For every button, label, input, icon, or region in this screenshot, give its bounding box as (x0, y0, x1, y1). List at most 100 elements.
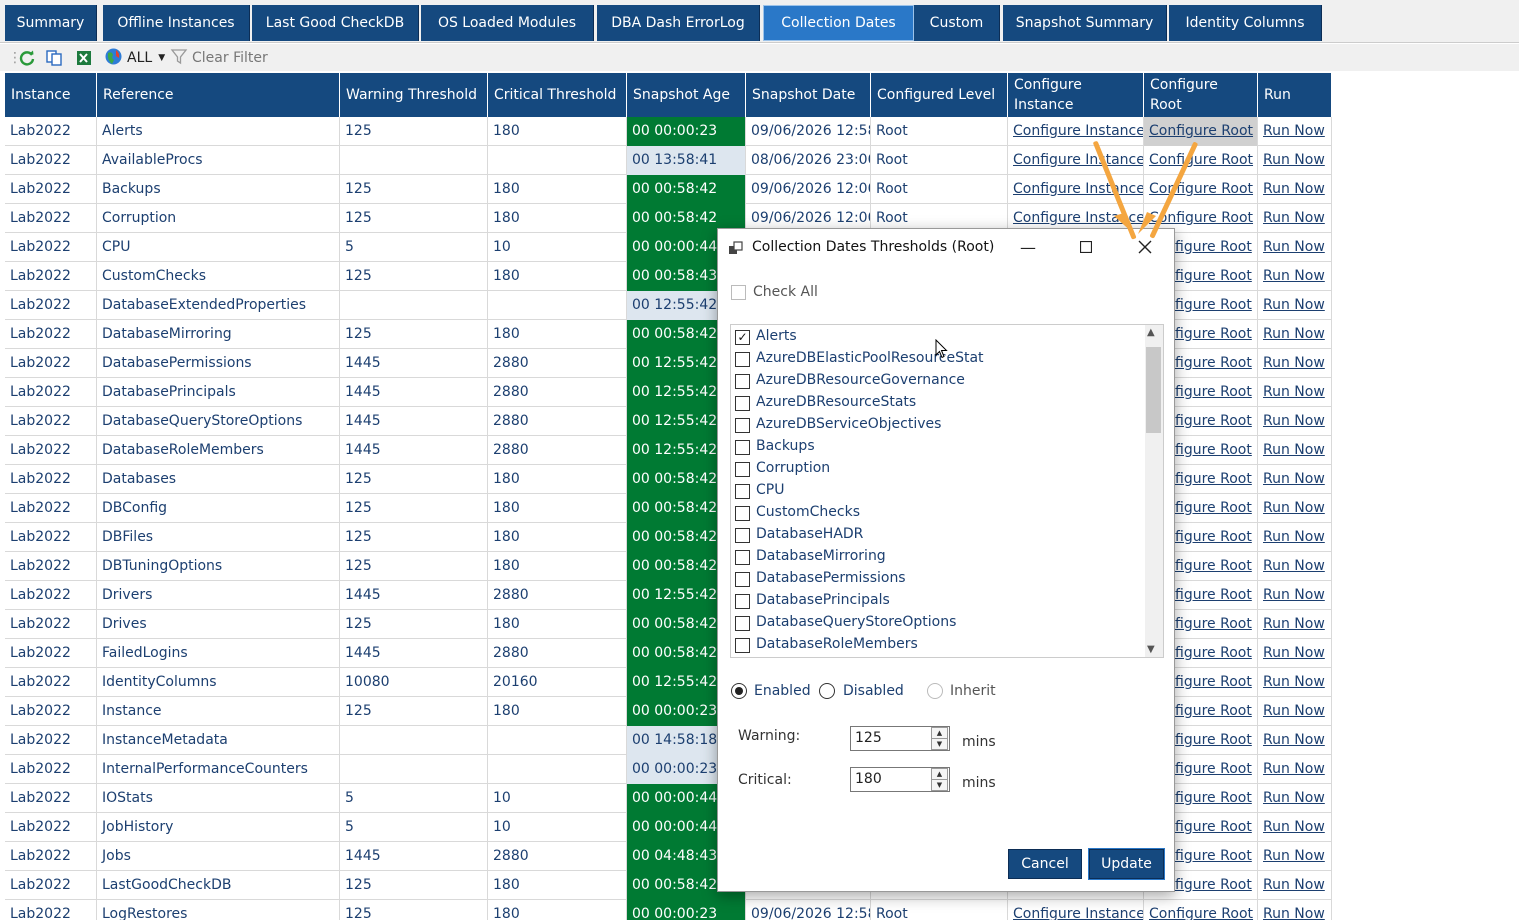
run-now-link[interactable]: Run Now (1258, 436, 1332, 465)
warning-down-icon[interactable]: ▼ (931, 738, 948, 750)
configure-root-link[interactable]: figure Root (1170, 378, 1258, 407)
run-now-link[interactable]: Run Now (1258, 349, 1332, 378)
column-header[interactable]: Configured Level (871, 73, 1008, 117)
enabled-radio[interactable] (731, 683, 747, 699)
column-header[interactable]: Configure Root (1144, 73, 1258, 117)
tab-custom[interactable]: Custom (914, 5, 1000, 41)
excel-export-icon[interactable] (75, 48, 93, 68)
configure-instance-link[interactable]: Configure Instance (1008, 900, 1144, 920)
configure-root-link[interactable]: figure Root (1170, 668, 1258, 697)
item-checkbox[interactable] (735, 550, 750, 565)
run-now-link[interactable]: Run Now (1258, 465, 1332, 494)
configure-root-link[interactable]: figure Root (1170, 465, 1258, 494)
run-now-link[interactable]: Run Now (1258, 523, 1332, 552)
scroll-up-icon[interactable]: ▲ (1147, 327, 1155, 338)
configure-root-link[interactable]: figure Root (1170, 291, 1258, 320)
update-button[interactable]: Update (1088, 848, 1165, 880)
run-now-link[interactable]: Run Now (1258, 204, 1332, 233)
configure-instance-link[interactable]: Configure Instance (1008, 146, 1144, 175)
disabled-radio[interactable] (819, 683, 835, 699)
item-checkbox[interactable] (735, 616, 750, 631)
column-header[interactable]: Reference (97, 73, 340, 117)
run-now-link[interactable]: Run Now (1258, 755, 1332, 784)
item-checkbox[interactable] (735, 374, 750, 389)
list-item[interactable]: CPU (731, 481, 1146, 503)
table-row[interactable]: Lab2022 Backups 125 180 00 00:58:42 09/06/202… (5, 175, 1332, 204)
configure-root-link[interactable]: figure Root (1170, 552, 1258, 581)
list-item[interactable]: AzureDBResourceStats (731, 393, 1146, 415)
list-item[interactable]: AzureDBResourceGovernance (731, 371, 1146, 393)
configure-root-link[interactable]: figure Root (1170, 233, 1258, 262)
configure-root-link[interactable]: figure Root (1170, 755, 1258, 784)
run-now-link[interactable]: Run Now (1258, 552, 1332, 581)
inherit-radio[interactable] (927, 683, 943, 699)
item-checkbox[interactable] (735, 352, 750, 367)
run-now-link[interactable]: Run Now (1258, 726, 1332, 755)
configure-root-link[interactable]: figure Root (1170, 581, 1258, 610)
configure-root-link[interactable]: figure Root (1170, 349, 1258, 378)
run-now-link[interactable]: Run Now (1258, 871, 1332, 900)
run-now-link[interactable]: Run Now (1258, 668, 1332, 697)
column-header[interactable]: Configure Instance (1008, 73, 1144, 117)
table-row[interactable]: Lab2022 AvailableProcs 00 13:58:41 08/06/20… (5, 146, 1332, 175)
run-now-link[interactable]: Run Now (1258, 813, 1332, 842)
run-now-link[interactable]: Run Now (1258, 262, 1332, 291)
configure-root-link[interactable]: figure Root (1170, 610, 1258, 639)
minimize-icon[interactable]: — (1018, 237, 1038, 257)
tab-offline-instances[interactable]: Offline Instances (103, 5, 250, 41)
configure-root-link[interactable]: figure Root (1170, 697, 1258, 726)
configure-root-link[interactable]: figure Root (1170, 639, 1258, 668)
list-item[interactable]: AzureDBServiceObjectives (731, 415, 1146, 437)
configure-root-link[interactable]: figure Root (1170, 407, 1258, 436)
item-checkbox[interactable]: ✓ (735, 330, 750, 345)
run-now-link[interactable]: Run Now (1258, 175, 1332, 204)
configure-root-link[interactable]: figure Root (1170, 726, 1258, 755)
check-all-checkbox[interactable] (731, 285, 746, 300)
run-now-link[interactable]: Run Now (1258, 842, 1332, 871)
item-checkbox[interactable] (735, 506, 750, 521)
item-checkbox[interactable] (735, 440, 750, 455)
list-item[interactable]: DatabasePrincipals (731, 591, 1146, 613)
tab-snapshot-summary[interactable]: Snapshot Summary (1003, 5, 1167, 41)
configure-instance-link[interactable]: Configure Instance (1008, 175, 1144, 204)
configure-root-link[interactable]: figure Root (1170, 320, 1258, 349)
list-item[interactable]: DatabaseMirroring (731, 547, 1146, 569)
run-now-link[interactable]: Run Now (1258, 320, 1332, 349)
run-now-link[interactable]: Run Now (1258, 900, 1332, 920)
list-item[interactable]: DatabasePermissions (731, 569, 1146, 591)
list-item[interactable]: Backups (731, 437, 1146, 459)
column-header[interactable]: Run (1258, 73, 1332, 117)
clear-filter-button[interactable]: Clear Filter (170, 48, 268, 68)
item-checkbox[interactable] (735, 572, 750, 587)
configure-root-link[interactable]: figure Root (1170, 871, 1258, 900)
item-checkbox[interactable] (735, 594, 750, 609)
configure-root-link[interactable]: Configure Root (1144, 900, 1258, 920)
item-checkbox[interactable] (735, 396, 750, 411)
tab-dba-dash-errorlog[interactable]: DBA Dash ErrorLog (597, 5, 760, 41)
column-header[interactable]: Instance (5, 73, 97, 117)
configure-root-link[interactable]: figure Root (1170, 436, 1258, 465)
critical-down-icon[interactable]: ▼ (931, 779, 948, 791)
list-item[interactable]: DatabaseHADR (731, 525, 1146, 547)
configure-root-link[interactable]: figure Root (1170, 262, 1258, 291)
item-checkbox[interactable] (735, 418, 750, 433)
tab-identity-columns[interactable]: Identity Columns (1169, 5, 1322, 41)
column-header[interactable]: Warning Threshold (340, 73, 488, 117)
item-checkbox[interactable] (735, 462, 750, 477)
run-now-link[interactable]: Run Now (1258, 494, 1332, 523)
column-header[interactable]: Critical Threshold (488, 73, 627, 117)
table-row[interactable]: Lab2022 Alerts 125 180 00 00:00:23 09/06/2026… (5, 117, 1332, 146)
configure-root-link[interactable]: figure Root (1170, 813, 1258, 842)
refresh-icon[interactable] (18, 48, 36, 68)
column-header[interactable]: Snapshot Age (627, 73, 746, 117)
tab-summary[interactable]: Summary (5, 5, 97, 41)
run-now-link[interactable]: Run Now (1258, 610, 1332, 639)
configure-root-link[interactable]: figure Root (1170, 494, 1258, 523)
filter-dropdown[interactable]: ALL ▼ (104, 48, 165, 68)
list-scrollbar[interactable]: ▲ ▼ (1145, 325, 1163, 657)
table-row[interactable]: Lab2022 LogRestores 125 180 00 00:00:23 09/06… (5, 900, 1332, 920)
run-now-link[interactable]: Run Now (1258, 639, 1332, 668)
scroll-down-icon[interactable]: ▼ (1147, 644, 1155, 655)
maximize-icon[interactable] (1076, 237, 1096, 257)
item-checkbox[interactable] (735, 638, 750, 653)
